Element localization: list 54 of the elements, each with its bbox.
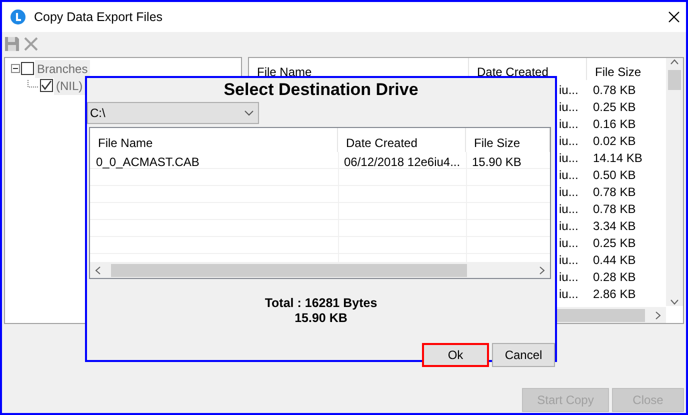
scroll-up-icon[interactable]	[670, 58, 679, 67]
table-cell: iu...	[559, 270, 578, 284]
scroll-right-icon[interactable]	[653, 310, 662, 320]
table-cell-text: 0.50 KB	[592, 167, 637, 182]
close-icon[interactable]	[668, 11, 680, 23]
column-header[interactable]: Date Created	[338, 128, 466, 152]
total-size-label: 15.90 KB	[294, 311, 348, 326]
table-cell-text: 0.02 KB	[592, 133, 637, 148]
checkbox[interactable]	[21, 62, 34, 75]
scrollbar-thumb[interactable]	[111, 264, 467, 276]
scroll-right-icon[interactable]	[537, 266, 546, 274]
table-cell-text: 0.28 KB	[592, 269, 637, 284]
column-header[interactable]: File Name	[90, 128, 338, 152]
app-logo-icon	[10, 9, 26, 25]
dialog-button[interactable]: Cancel	[492, 343, 555, 367]
table-cell: iu...	[559, 219, 578, 233]
table-cell: 06/12/2018 12e6iu4...	[344, 155, 460, 169]
scroll-down-icon[interactable]	[670, 297, 679, 306]
table-cell: iu...	[559, 236, 578, 250]
chevron-down-icon	[244, 110, 254, 116]
tree-item[interactable]: (NIL)	[54, 76, 85, 94]
table-cell-text: 0.78 KB	[592, 184, 637, 199]
window-title: Copy Data Export Files	[34, 8, 163, 26]
scroll-left-icon[interactable]	[94, 266, 103, 274]
table-cell: iu...	[559, 83, 578, 97]
dialog-title: Select Destination Drive	[222, 79, 420, 101]
drive-dropdown[interactable]: C:\	[87, 102, 259, 124]
table-cell: iu...	[559, 287, 578, 301]
table-cell-text: 2.86 KB	[592, 286, 637, 301]
table-cell: iu...	[559, 202, 578, 216]
table-cell: 0_0_ACMAST.CAB	[96, 155, 200, 169]
table-cell: iu...	[559, 134, 578, 148]
table-cell: iu...	[559, 168, 578, 182]
table-cell-text: 0.78 KB	[592, 201, 637, 216]
table-cell-text: 14.14 KB	[592, 150, 644, 165]
table-cell: iu...	[559, 100, 578, 114]
checkbox[interactable]	[40, 79, 53, 92]
table-cell: iu...	[559, 185, 578, 199]
table-cell-text: 0.44 KB	[592, 252, 637, 267]
column-header[interactable]: File Size	[466, 128, 550, 152]
table-cell: iu...	[559, 117, 578, 131]
table-cell-text: 3.34 KB	[592, 218, 637, 233]
total-bytes-label: Total : 16281 Bytes	[264, 296, 378, 311]
table-cell-text: 0.25 KB	[592, 99, 637, 114]
collapse-icon[interactable]	[11, 64, 20, 73]
table-cell: 15.90 KB	[472, 155, 522, 169]
table-cell-text: 0.78 KB	[592, 82, 637, 97]
scrollbar-thumb[interactable]	[668, 70, 681, 90]
table-cell-text: 0.25 KB	[592, 235, 637, 250]
table-cell: iu...	[559, 253, 578, 267]
dialog-button[interactable]: Ok	[422, 343, 489, 367]
table-cell: iu...	[559, 151, 578, 165]
tree-item[interactable]: Branches	[35, 60, 90, 78]
table-cell-text: 0.16 KB	[592, 116, 637, 131]
